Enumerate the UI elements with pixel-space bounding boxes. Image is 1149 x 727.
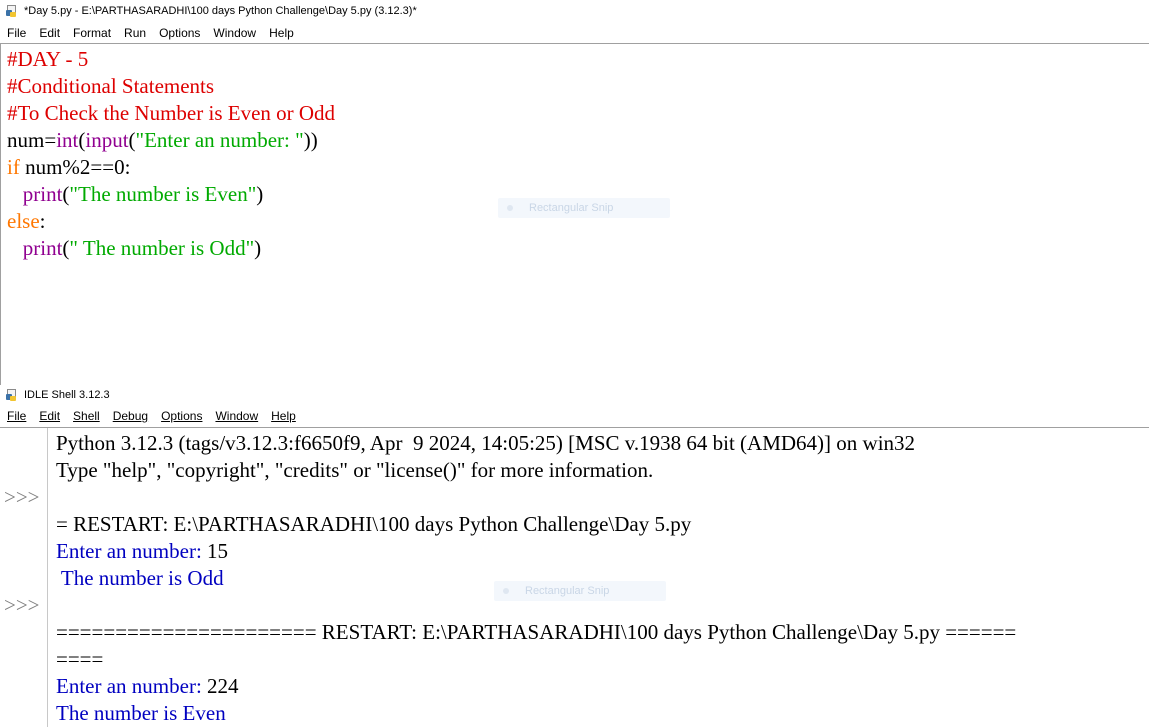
snip-icon [507,205,513,211]
code-token: )) [303,128,318,152]
shell-line: = RESTART: E:\PARTHASARADHI\100 days Pyt… [56,511,1016,538]
shell-token: The number is Even [56,701,226,725]
shell-token: 15 [207,539,229,563]
editor-menu-format[interactable]: Format [73,26,111,40]
editor-menu-options[interactable]: Options [159,26,200,40]
shell-token: ====================== RESTART: E:\PARTH… [56,620,1017,644]
shell-menu-debug[interactable]: Debug [113,409,148,423]
shell-titlebar: IDLE Shell 3.12.3 [0,385,1149,405]
shell-token: Type "help", "copyright", "credits" or "… [56,458,654,482]
shell-token: The number is Odd [56,566,224,590]
code-token: "Enter an number: " [135,128,304,152]
shell-token: = RESTART: E:\PARTHASARADHI\100 days Pyt… [56,512,692,536]
shell-line: Type "help", "copyright", "credits" or "… [56,457,1016,484]
shell-menu-shell[interactable]: Shell [73,409,100,423]
code-token: " The number is Odd" [69,236,255,260]
code-line: #Conditional Statements [7,73,335,100]
code-token: #Conditional Statements [7,74,215,98]
code-line: if num%2==0: [7,154,335,181]
python-shell-icon [6,389,18,401]
code-token: if [7,155,20,179]
code-token: #To Check the Number is Even or Odd [7,101,336,125]
shell-prompt-2: >>> [4,593,40,617]
editor-title: *Day 5.py - E:\PARTHASARADHI\100 days Py… [24,5,417,17]
shell-menu-window[interactable]: Window [215,409,258,423]
code-token: int [56,128,79,152]
shell-token: Python 3.12.3 (tags/v3.12.3:f6650f9, Apr… [56,431,916,455]
shell-line: Python 3.12.3 (tags/v3.12.3:f6650f9, Apr… [56,430,1016,457]
shell-menu-file[interactable]: File [7,409,26,423]
python-file-icon [6,5,18,17]
editor-menu-edit[interactable]: Edit [39,26,60,40]
editor-titlebar: *Day 5.py - E:\PARTHASARADHI\100 days Py… [0,1,1149,21]
code-token: ) [254,236,262,260]
shell-menubar: File Edit Shell Debug Options Window Hel… [0,406,1149,426]
shell-line: The number is Even [56,700,1016,727]
code-text[interactable]: #DAY - 5 #Conditional Statements #To Check… [7,46,335,262]
shell-menu-help[interactable]: Help [271,409,296,423]
shell-title: IDLE Shell 3.12.3 [24,389,110,401]
code-line: print(" The number is Odd") [7,235,335,262]
code-token: print [22,236,63,260]
shell-text[interactable]: Python 3.12.3 (tags/v3.12.3:f6650f9, Apr… [56,430,1016,727]
shell-line: ====================== RESTART: E:\PARTH… [56,619,1016,646]
code-token: "The number is Even" [69,182,257,206]
shell-token: Enter an number: [56,539,208,563]
snip-icon-2 [503,588,509,594]
code-token: num%2==0: [19,155,131,179]
shell-token: 224 [207,674,239,698]
code-token: num= [7,128,57,152]
code-token: else [7,209,40,233]
code-token: : [39,209,46,233]
shell-line: Enter an number: 224 [56,673,1016,700]
code-token: ( [128,128,136,152]
shell-menu-edit[interactable]: Edit [39,409,60,423]
snip-label-2: Rectangular Snip [525,585,610,597]
code-token: #DAY - 5 [7,47,89,71]
code-line: else: [7,208,335,235]
snip-label: Rectangular Snip [529,202,614,214]
shell-line: Enter an number: 15 [56,538,1016,565]
code-line: print("The number is Even") [7,181,335,208]
shell-gutter: >>> >>> [0,428,48,727]
rectangular-snip-overlay: Rectangular Snip [498,198,670,218]
rectangular-snip-overlay-2: Rectangular Snip [494,581,666,601]
shell-menu-options[interactable]: Options [161,409,202,423]
code-line: #To Check the Number is Even or Odd [7,100,335,127]
shell-line: ==== [56,646,1016,673]
editor-menubar: File Edit Format Run Options Window Help [0,23,1149,43]
shell-prompt-1: >>> [4,485,40,509]
editor-menu-file[interactable]: File [7,26,26,40]
editor-menu-run[interactable]: Run [124,26,146,40]
shell-token: ==== [56,647,104,671]
code-token: input [85,128,129,152]
shell-token: Enter an number: [56,674,208,698]
code-line: num=int(input("Enter an number: ")) [7,127,335,154]
code-line: #DAY - 5 [7,46,335,73]
editor-menu-window[interactable]: Window [213,26,256,40]
code-editor[interactable]: #DAY - 5 #Conditional Statements #To Check… [0,43,1149,385]
editor-menu-help[interactable]: Help [269,26,294,40]
shell-output[interactable]: >>> >>> Python 3.12.3 (tags/v3.12.3:f665… [0,427,1149,727]
code-token: print [22,182,63,206]
code-token: ) [256,182,264,206]
